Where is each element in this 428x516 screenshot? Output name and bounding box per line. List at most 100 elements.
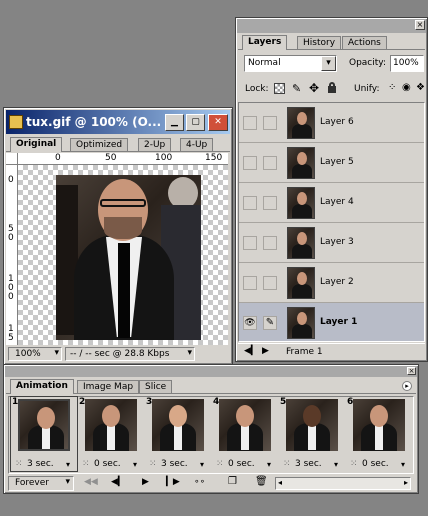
link-toggle[interactable] xyxy=(263,156,277,170)
delay-chevron-down-icon[interactable]: ▾ xyxy=(401,460,405,469)
frame-delay[interactable]: 0 sec. xyxy=(362,459,389,469)
delay-chevron-down-icon[interactable]: ▾ xyxy=(66,460,70,469)
visibility-toggle[interactable] xyxy=(243,276,257,290)
frame-disposal-icon[interactable]: ⁙ xyxy=(350,459,358,469)
animation-close-button[interactable]: × xyxy=(407,367,416,375)
ruler-top-100: 100 xyxy=(155,153,173,163)
play-icon[interactable]: ▶ xyxy=(142,477,149,487)
previous-frame-icon[interactable]: ◀▎ xyxy=(111,477,125,487)
tab-actions[interactable]: Actions xyxy=(342,36,387,50)
maximize-button[interactable]: ▢ xyxy=(186,114,205,131)
animation-title-bar[interactable] xyxy=(5,366,417,377)
frame-disposal-icon[interactable]: ⁙ xyxy=(15,459,23,469)
animation-frame[interactable]: 1 ⁙ 3 sec. ▾ xyxy=(10,396,78,472)
scroll-right-icon[interactable]: ▸ xyxy=(404,478,408,487)
tab-slice[interactable]: Slice xyxy=(139,380,173,394)
prev-frame-icon[interactable]: ◀▎ xyxy=(244,346,258,356)
layer-row[interactable]: Layer 4 xyxy=(239,183,424,223)
layer-row[interactable]: Layer 6 xyxy=(239,103,424,143)
document-icon xyxy=(9,115,23,129)
palette-title-bar[interactable] xyxy=(237,19,426,33)
document-title-bar[interactable]: tux.gif @ 100% (O... ▁ ▢ ✕ xyxy=(6,110,230,134)
document-image[interactable] xyxy=(56,175,201,340)
frame-delay[interactable]: 0 sec. xyxy=(228,459,255,469)
link-toggle[interactable] xyxy=(263,196,277,210)
ruler-corner xyxy=(6,153,18,165)
link-toggle[interactable] xyxy=(263,236,277,250)
minimize-button[interactable]: ▁ xyxy=(165,114,184,131)
document-window: tux.gif @ 100% (O... ▁ ▢ ✕ Original Opti… xyxy=(3,107,233,365)
unify-style-icon[interactable]: ❖ xyxy=(416,82,425,93)
loop-chevron-down-icon[interactable]: ▾ xyxy=(65,477,70,487)
download-time-text: -- / -- sec @ 28.8 Kbps xyxy=(70,349,170,359)
lock-move-icon[interactable]: ✥ xyxy=(309,81,319,95)
animation-frame[interactable]: 4 ⁙ 0 sec. ▾ xyxy=(212,397,278,471)
frame-disposal-icon[interactable]: ⁙ xyxy=(283,459,291,469)
palette-menu-icon[interactable]: ▸ xyxy=(402,381,412,391)
visibility-toggle[interactable] xyxy=(243,196,257,210)
tab-image-map[interactable]: Image Map xyxy=(77,380,140,394)
unify-visibility-icon[interactable]: ◉ xyxy=(402,82,411,93)
scroll-left-icon[interactable]: ◂ xyxy=(278,478,282,487)
frame-disposal-icon[interactable]: ⁙ xyxy=(82,459,90,469)
frame-disposal-icon[interactable]: ⁙ xyxy=(216,459,224,469)
zoom-chevron-down-icon[interactable]: ▾ xyxy=(54,348,59,358)
delay-chevron-down-icon[interactable]: ▾ xyxy=(334,460,338,469)
visibility-toggle[interactable] xyxy=(243,236,257,250)
palette-close-button[interactable]: × xyxy=(415,20,425,30)
tab-original[interactable]: Original xyxy=(10,137,63,152)
layer-row[interactable]: Layer 3 xyxy=(239,223,424,263)
lock-all-icon[interactable] xyxy=(327,82,337,93)
brush-icon[interactable]: ✎ xyxy=(263,316,277,330)
unify-position-icon[interactable]: ⁘ xyxy=(388,82,396,93)
layer-row[interactable]: Layer 5 xyxy=(239,143,424,183)
download-chevron-down-icon[interactable]: ▾ xyxy=(187,348,192,358)
link-toggle[interactable] xyxy=(263,116,277,130)
animation-frame[interactable]: 6 ⁙ 0 sec. ▾ xyxy=(346,397,412,471)
delay-chevron-down-icon[interactable]: ▾ xyxy=(267,460,271,469)
frames-scrollbar[interactable]: ◂ ▸ xyxy=(275,477,411,490)
close-button[interactable]: ✕ xyxy=(208,114,228,131)
tab-animation[interactable]: Animation xyxy=(10,379,74,394)
frame-delay[interactable]: 0 sec. xyxy=(94,459,121,469)
lock-paint-icon[interactable]: ✎ xyxy=(292,82,301,95)
opacity-input[interactable]: 100% xyxy=(390,55,424,72)
frame-delay[interactable]: 3 sec. xyxy=(27,459,54,469)
layer-row[interactable]: Layer 2 xyxy=(239,263,424,303)
frame-disposal-icon[interactable]: ⁙ xyxy=(149,459,157,469)
tab-layers[interactable]: Layers xyxy=(242,35,288,50)
animation-frame[interactable]: 5 ⁙ 3 sec. ▾ xyxy=(279,397,345,471)
frame-thumbnail xyxy=(286,399,338,451)
frame-delay[interactable]: 3 sec. xyxy=(161,459,188,469)
lock-transparency-icon[interactable] xyxy=(274,83,285,94)
delay-chevron-down-icon[interactable]: ▾ xyxy=(200,460,204,469)
layer-name: Layer 3 xyxy=(320,237,354,247)
first-frame-icon[interactable]: ◀◀ xyxy=(84,477,98,487)
animation-controls: Forever ▾ ◀◀ ◀▎ ▶ ▎▶ ∘∘ ❐ 🗑 ◂ ▸ xyxy=(8,476,414,492)
next-frame-button-icon[interactable]: ▎▶ xyxy=(166,477,180,487)
blend-mode-select[interactable]: Normal ▾ xyxy=(244,55,337,72)
zoom-select[interactable]: 100% ▾ xyxy=(8,347,62,361)
next-frame-icon[interactable]: ▶ xyxy=(262,346,269,356)
frame-delay[interactable]: 3 sec. xyxy=(295,459,322,469)
eye-icon[interactable]: 👁 xyxy=(243,316,257,330)
layer-thumbnail xyxy=(287,147,315,179)
download-time-select[interactable]: -- / -- sec @ 28.8 Kbps ▾ xyxy=(65,347,195,361)
tween-icon[interactable]: ∘∘ xyxy=(194,477,205,487)
animation-frame[interactable]: 3 ⁙ 3 sec. ▾ xyxy=(145,397,211,471)
visibility-toggle[interactable] xyxy=(243,156,257,170)
delay-chevron-down-icon[interactable]: ▾ xyxy=(133,460,137,469)
tab-4up[interactable]: 4-Up xyxy=(180,138,214,152)
new-frame-icon[interactable]: ❐ xyxy=(228,476,237,487)
delete-frame-icon[interactable]: 🗑 xyxy=(255,476,268,487)
canvas-area[interactable] xyxy=(18,165,228,345)
link-toggle[interactable] xyxy=(263,276,277,290)
animation-frame[interactable]: 2 ⁙ 0 sec. ▾ xyxy=(78,397,144,471)
tab-optimized[interactable]: Optimized xyxy=(70,138,129,152)
visibility-toggle[interactable] xyxy=(243,116,257,130)
tab-2up[interactable]: 2-Up xyxy=(138,138,172,152)
tab-history[interactable]: History xyxy=(297,36,342,50)
chevron-down-icon[interactable]: ▾ xyxy=(321,56,336,71)
loop-select[interactable]: Forever ▾ xyxy=(8,476,74,491)
layer-row[interactable]: 👁 ✎ Layer 1 xyxy=(239,303,424,341)
